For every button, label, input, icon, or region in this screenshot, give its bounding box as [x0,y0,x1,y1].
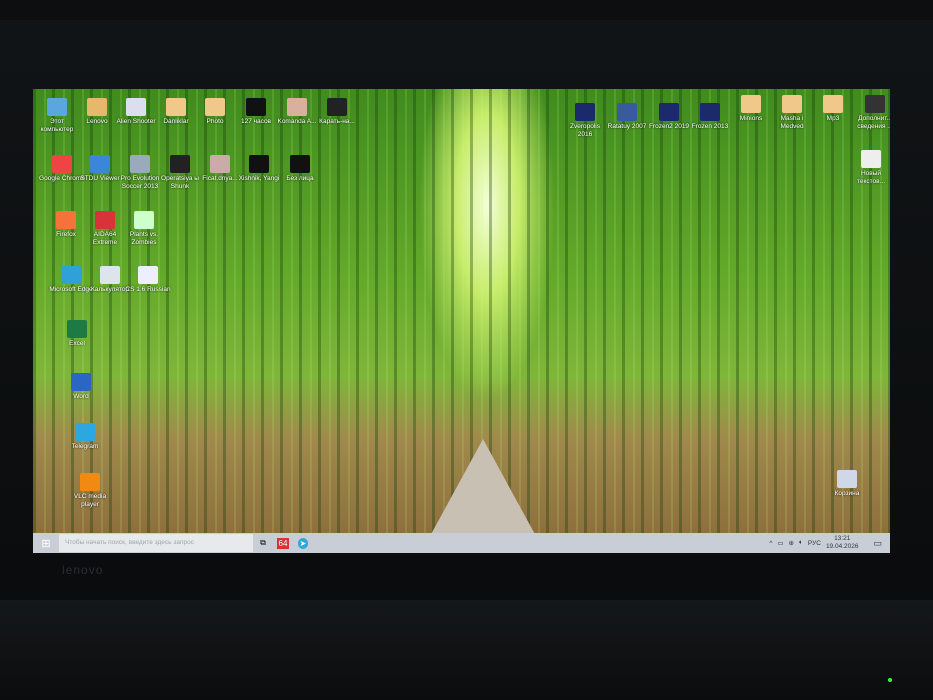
desktop-icon-label: Zveropolis 2016 [570,123,600,138]
desktop-icon-label: Excel [69,340,85,347]
app-icon [90,155,110,173]
app-icon [170,155,190,173]
desktop-icon[interactable]: Photo [192,98,238,126]
telegram-icon: ➤ [297,537,309,549]
app-icon [287,98,307,116]
desktop-icon-label: Mp3 [826,115,840,122]
aida64-taskbar-icon[interactable]: 64 [273,537,293,549]
desktop-icon-label: Masha i Medved [780,115,804,130]
desktop-icon[interactable]: 127 часов [233,98,279,126]
desktop-icon-label: Telegram [71,443,99,450]
app-icon [865,95,885,113]
app-icon [52,155,72,173]
desktop-icon[interactable]: Без лица [277,155,323,183]
battery-icon[interactable]: ▭ [777,539,783,547]
desktop-icon-label: Карать-на... [319,118,355,125]
volume-icon[interactable]: 🔈︎ [799,539,803,547]
app-icon [80,473,100,491]
desktop-icon[interactable]: CS 1.6 Russian [125,266,171,294]
desktop-icon[interactable]: Frozen2 2019 [646,103,692,131]
desktop-icon-label: Photo [206,118,224,125]
desktop-icon[interactable]: Masha i Medved [769,95,815,131]
app-icon [246,98,266,116]
desktop-icon[interactable]: Word [58,373,104,401]
desktop-icon-label: Без лица [286,175,314,182]
desktop-icon-label: Дополнит... сведения ... [857,115,890,130]
app-icon [61,266,81,284]
clock-date: 19.04.2026 [825,543,859,550]
app-icon [100,266,120,284]
app-icon [617,103,637,121]
desktop-icon-label: Minions [739,115,763,122]
desktop-icon[interactable]: Frozen 2013 [687,103,733,131]
desktop-icon-label: Новый текстов... [856,170,886,185]
app-icon [71,373,91,391]
app-icon [138,266,158,284]
network-icon[interactable]: ⊕ [789,539,794,547]
app-icon [87,98,107,116]
task-view-icon[interactable]: ⧉ [253,538,273,548]
desktop-icon[interactable]: Minions [728,95,774,123]
app-icon [659,103,679,121]
desktop-icon[interactable]: Mp3 [810,95,856,123]
taskbar: ⊞ Чтобы начать поиск, введите здесь запр… [33,533,890,553]
app-icon [95,211,115,229]
desktop: Этот компьютер Lenovo Alien Shooter Danlikl… [33,89,890,553]
desktop-icon-label: Frozen 2013 [691,123,729,130]
app-icon [126,98,146,116]
clock-time: 13:21 [834,535,851,542]
app-icon [56,211,76,229]
app-icon [47,98,67,116]
keyboard [0,600,933,700]
app-icon [166,98,186,116]
desktop-icon-label: Ratatuy 2007 [607,123,647,130]
app-icon [290,155,310,173]
desktop-icon-label: Plants vs. Zombies [129,231,159,246]
desktop-icon[interactable]: Дополнит... сведения ... [852,95,890,131]
app-icon [130,155,150,173]
language-indicator[interactable]: РУС [808,540,821,547]
desktop-icon-label: 127 часов [240,118,272,125]
clock[interactable]: 13:21 19.04.2026 [826,535,859,551]
app-icon [67,320,87,338]
desktop-icon[interactable]: Telegram [62,423,108,451]
app-icon [861,150,881,168]
telegram-taskbar-icon[interactable]: ➤ [293,537,313,549]
app-icon [741,95,761,113]
desktop-icon-label: Xishnik, Yangi [238,175,280,182]
desktop-icon[interactable]: Excel [54,320,100,348]
desktop-icon[interactable]: VLC media player [67,473,113,509]
search-input[interactable]: Чтобы начать поиск, введите здесь запрос [59,534,253,552]
app-icon [75,423,95,441]
app-icon [575,103,595,121]
desktop-icon-label: Корзина [834,490,860,497]
app-icon [205,98,225,116]
app-icon [249,155,269,173]
desktop-icon[interactable]: Plants vs. Zombies [121,211,167,247]
app-icon [837,470,857,488]
desktop-icon[interactable]: Карать-на... [314,98,360,126]
notification-icon[interactable]: ▭ [873,538,882,549]
desktop-icon-label: VLC media player [73,493,107,508]
app-icon [823,95,843,113]
desktop-icon-label: Frozen2 2019 [648,123,690,130]
app-icon [782,95,802,113]
power-led [888,678,892,682]
desktop-icon[interactable]: Xishnik, Yangi [236,155,282,183]
system-tray: ^ ▭ ⊕ 🔈︎ РУС 13:21 19.04.2026 ▭ [769,535,890,551]
app-icon [210,155,230,173]
aida64-label: 64 [276,537,290,549]
start-button[interactable]: ⊞ [33,537,59,550]
app-icon [134,211,154,229]
desktop-icon[interactable]: Zveropolis 2016 [562,103,608,139]
app-icon [327,98,347,116]
desktop-icon[interactable]: Корзина [824,470,870,498]
lenovo-logo: lenovo [62,563,104,577]
desktop-icon[interactable]: Ratatuy 2007 [604,103,650,131]
desktop-icon-label: Word [73,393,89,400]
desktop-icon[interactable]: Новый текстов... [848,150,890,186]
desktop-icon-label: CS 1.6 Russian [125,286,171,293]
tray-chevron-icon[interactable]: ^ [769,540,772,547]
app-icon [700,103,720,121]
